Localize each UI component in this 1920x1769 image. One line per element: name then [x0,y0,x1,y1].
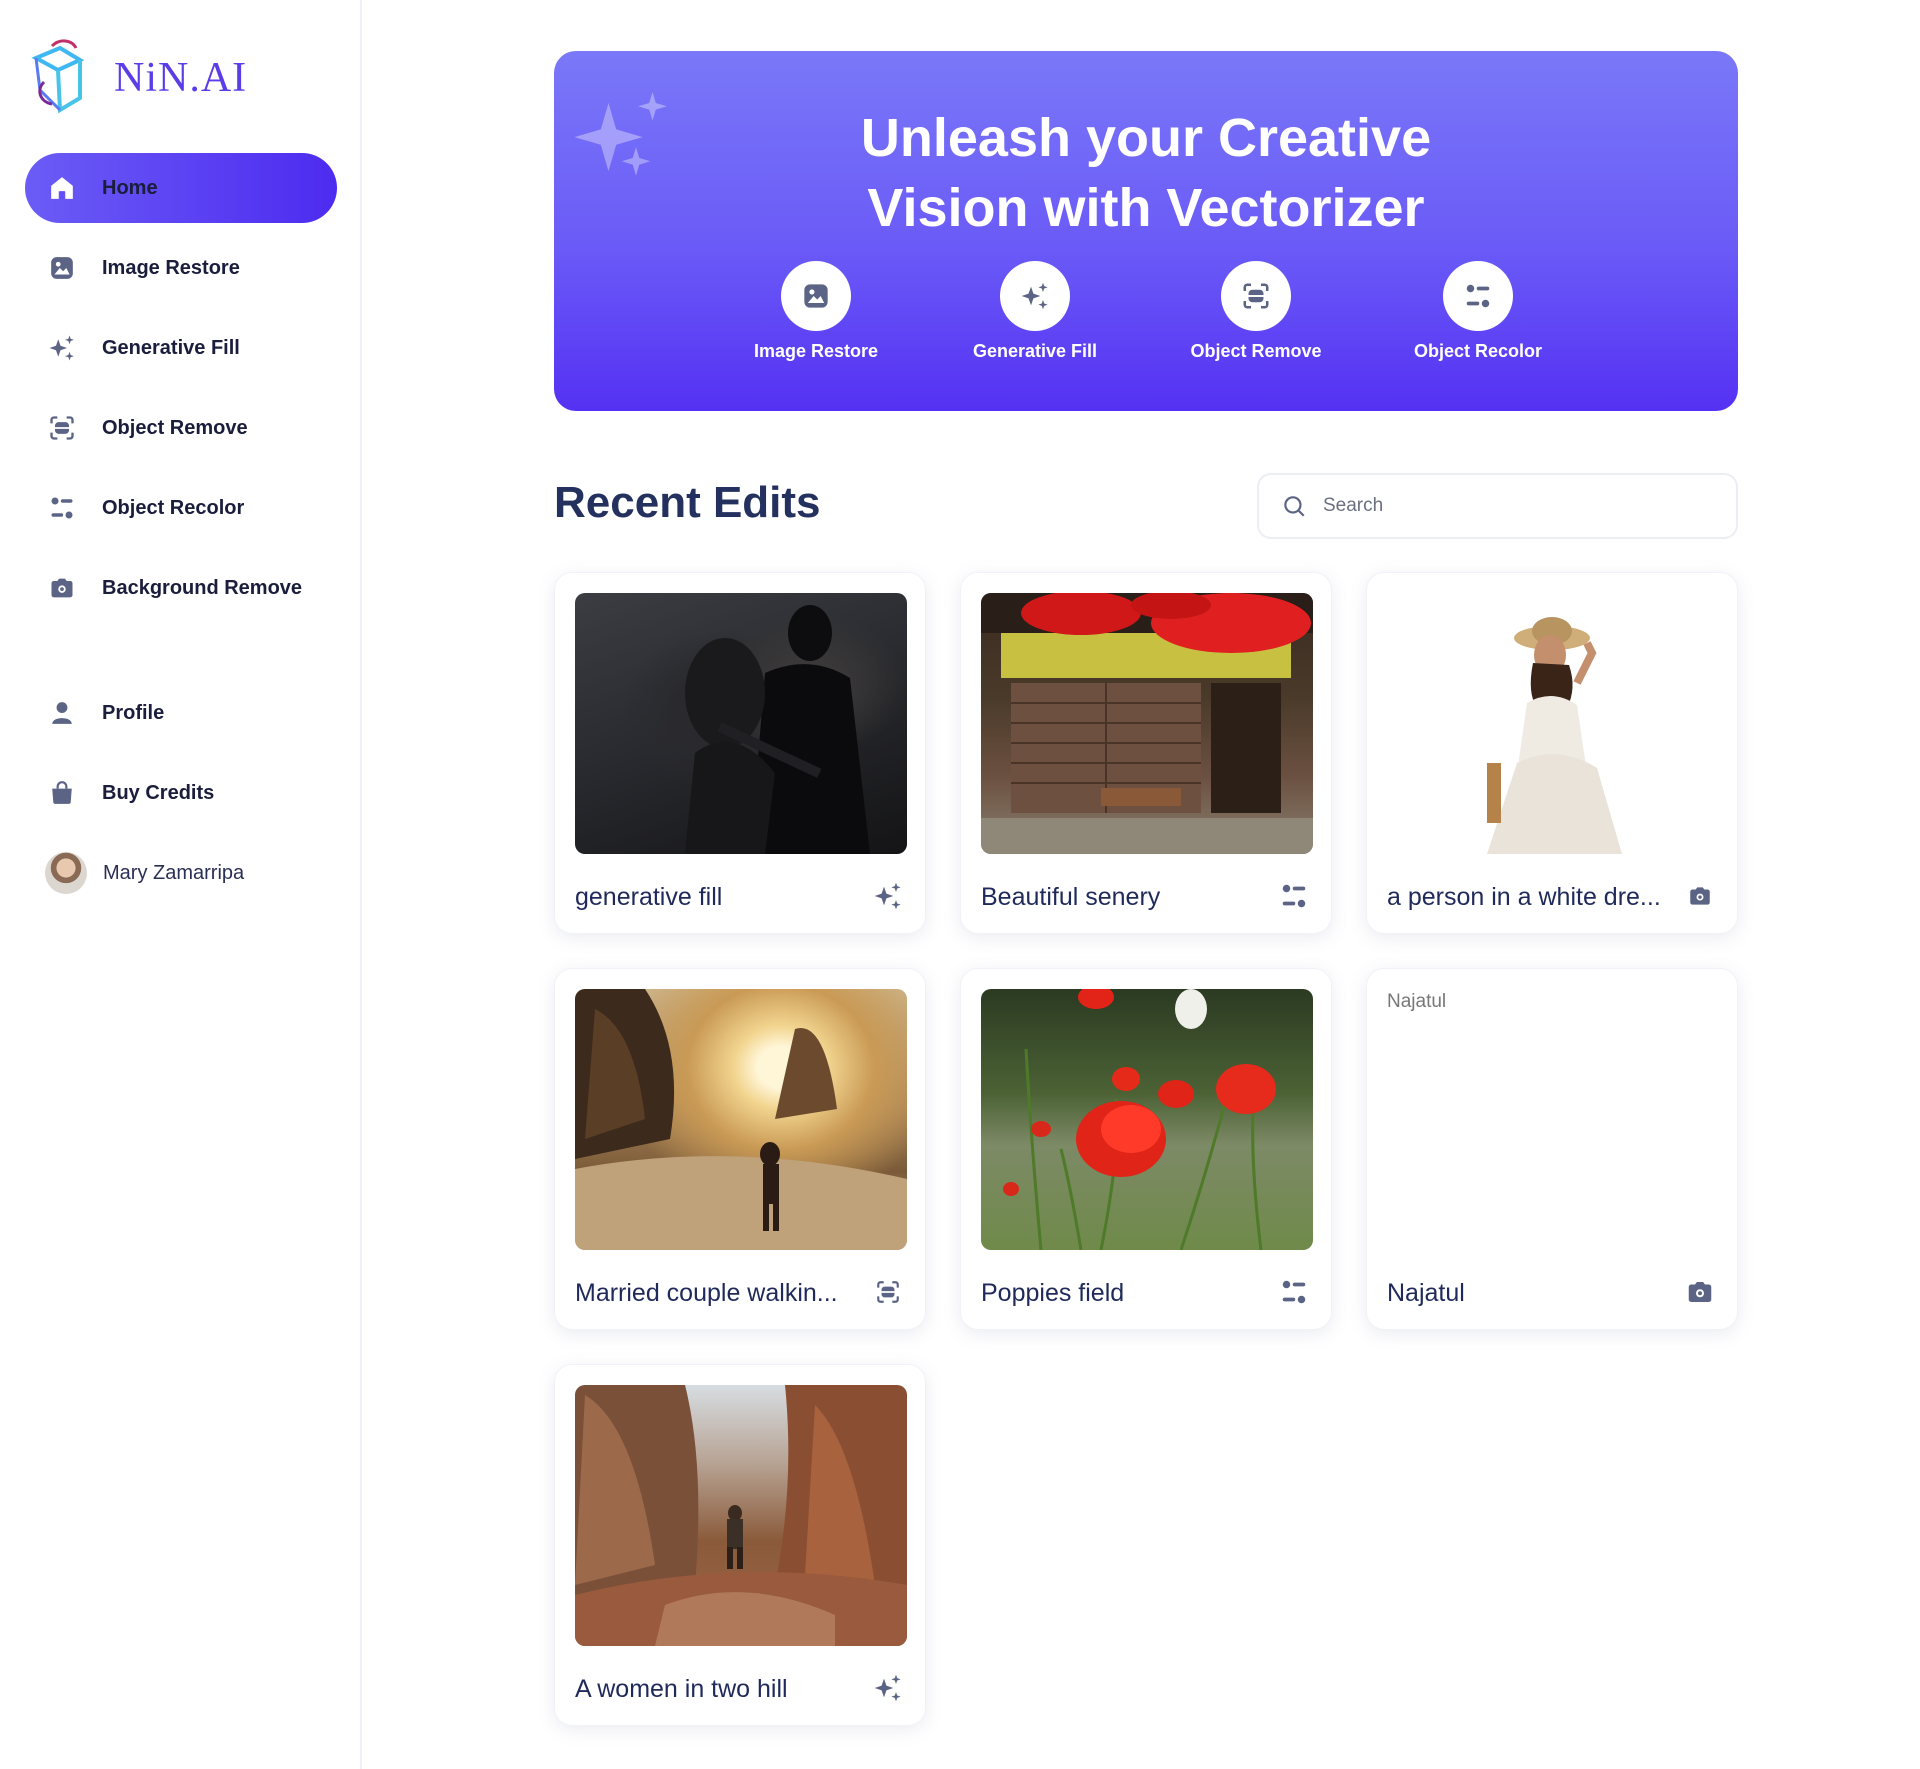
tool-label: Image Restore [753,341,879,361]
sparkle-icon [874,882,901,910]
card-action[interactable] [1277,879,1311,913]
camera-icon [1690,887,1710,905]
card-action[interactable] [1683,1275,1717,1309]
sidebar-item-image-restore[interactable]: Image Restore [25,233,337,303]
card-title: Married couple walkin... [575,1279,838,1307]
edit-card[interactable]: Poppies field [960,968,1332,1330]
card-thumbnail[interactable] [575,989,907,1250]
sparkle-icon [874,1674,901,1702]
card-title: A women in two hill [575,1675,788,1703]
tool-circle [781,261,851,331]
image-icon [47,253,77,283]
recolor-icon [1466,284,1490,308]
card-thumbnail[interactable] [1387,593,1719,854]
user-icon [47,698,77,728]
search-box[interactable] [1257,473,1738,539]
object-remove-icon [877,1281,899,1303]
tool-circle [1443,261,1513,331]
card-thumbnail[interactable] [981,593,1313,854]
sidebar-user[interactable]: Mary Zamarripa [25,838,337,908]
recent-edits-title: Recent Edits [554,478,821,527]
logo[interactable]: NiN.AI [30,38,247,118]
tool-label: Object Remove [1190,341,1322,361]
tool-circle [1221,261,1291,331]
bag-icon [47,778,77,808]
sidebar-item-label: Background Remove [102,576,303,599]
photo-japanese-house [981,593,1313,854]
tool-generative-fill[interactable]: Generative Fill [935,261,1135,362]
sidebar-item-object-recolor[interactable]: Object Recolor [25,473,337,543]
sparkle-icon [47,333,77,363]
card-title: Najatul [1387,1279,1465,1307]
edit-card[interactable]: a person in a white dre... [1366,572,1738,934]
tool-label: Generative Fill [972,341,1098,361]
tool-object-recolor[interactable]: Object Recolor [1378,261,1578,362]
sidebar-item-home[interactable]: Home [25,153,337,223]
edit-card[interactable]: generative fill [554,572,926,934]
edit-card[interactable]: Najatul Najatul [1366,968,1738,1330]
sidebar-item-object-remove[interactable]: Object Remove [25,393,337,463]
avatar [45,852,87,894]
home-icon [47,173,77,203]
banner-title: Unleash your Creative Vision with Vector… [554,103,1738,243]
banner-title-line2: Vision with Vectorizer [867,178,1425,238]
sidebar-item-label: Buy Credits [102,781,215,804]
edit-card[interactable]: A women in two hill [554,1364,926,1726]
sidebar-item-background-remove[interactable]: Background Remove [25,553,337,623]
card-thumbnail[interactable] [981,989,1313,1250]
card-thumbnail[interactable] [575,593,907,854]
card-title: Beautiful senery [981,883,1161,911]
user-name: Mary Zamarripa [103,861,245,884]
tool-label: Object Recolor [1413,341,1543,361]
card-title: generative fill [575,883,723,911]
broken-image-alt: Najatul [1387,991,1447,1012]
card-action[interactable] [1277,1275,1311,1309]
card-action[interactable] [1683,879,1717,913]
object-remove-icon [47,413,77,443]
sidebar: NiN.AI Home Image Restore Generative Fil… [0,0,362,1769]
card-title: a person in a white dre... [1387,883,1661,911]
photo-canyon-hiker [575,1385,907,1646]
sidebar-item-label: Home [102,176,158,199]
search-icon [1284,496,1305,517]
object-remove-icon [1243,283,1269,309]
sparkle-icon [1021,282,1048,310]
sidebar-item-label: Generative Fill [102,336,240,359]
banner-title-line1: Unleash your Creative [860,108,1432,168]
recolor-icon [1282,1280,1306,1304]
card-thumbnail[interactable] [575,1385,907,1646]
photo-beach-couple [575,989,907,1250]
logo-icon [31,39,85,114]
sidebar-nav: Home Image Restore Generative Fill Objec… [25,153,337,918]
sidebar-item-label: Object Recolor [102,496,245,519]
camera-icon [1688,1282,1712,1302]
card-action[interactable] [871,879,905,913]
search-input[interactable] [1323,495,1703,517]
sidebar-item-label: Image Restore [102,256,240,279]
image-icon [804,284,828,308]
edit-card[interactable]: Married couple walkin... [554,968,926,1330]
recolor-icon [1282,884,1306,908]
tool-circle [1000,261,1070,331]
sidebar-item-generative-fill[interactable]: Generative Fill [25,313,337,383]
tool-image-restore[interactable]: Image Restore [716,261,916,362]
card-action[interactable] [871,1671,905,1705]
photo-woman-white-dress [1487,617,1622,854]
hero-banner: Unleash your Creative Vision with Vector… [554,51,1738,411]
card-action[interactable] [871,1275,905,1309]
sidebar-item-buy-credits[interactable]: Buy Credits [25,758,337,828]
edit-card[interactable]: Beautiful senery [960,572,1332,934]
camera-icon [47,573,77,603]
tool-shortcuts: Image Restore Generative Fill Object Rem… [554,261,1738,371]
photo-poppies [1003,989,1276,1250]
sidebar-item-profile[interactable]: Profile [25,678,337,748]
sidebar-item-label: Object Remove [102,416,248,439]
recolor-icon [47,493,77,523]
tool-object-remove[interactable]: Object Remove [1156,261,1356,362]
logo-text: NiN.AI [114,55,248,101]
sidebar-item-label: Profile [102,701,165,724]
card-title: Poppies field [981,1279,1125,1307]
photo-guitar-silhouette [685,605,870,854]
